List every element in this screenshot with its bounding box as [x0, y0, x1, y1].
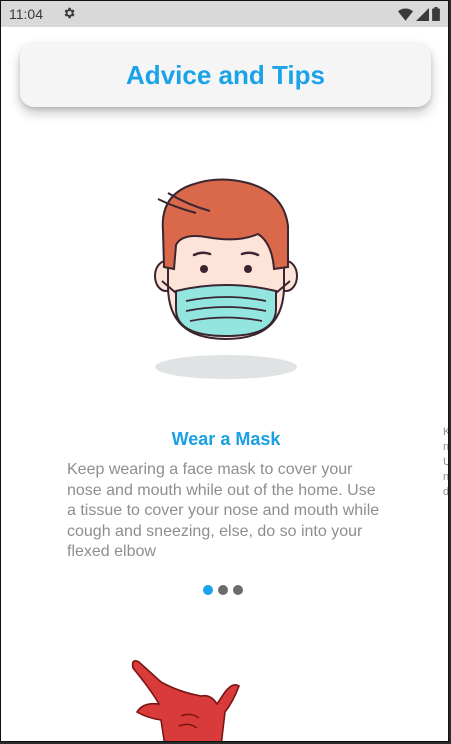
tip-title: Wear a Mask	[171, 429, 281, 449]
peek-char: d	[443, 486, 449, 498]
page-indicator[interactable]	[203, 585, 243, 595]
status-icons	[398, 7, 440, 21]
illustration-shadow	[155, 355, 297, 379]
header-card: Advice and Tips	[20, 43, 431, 107]
signal-icon	[416, 7, 429, 21]
peek-char: n	[443, 471, 449, 483]
peek-char: K	[443, 425, 448, 440]
hand-illustration	[131, 660, 240, 741]
right-eye	[244, 265, 252, 273]
peek-char: n	[443, 441, 449, 453]
hand-shape	[131, 660, 240, 741]
page-title: Advice and Tips	[126, 59, 325, 90]
wifi-icon	[398, 8, 413, 21]
battery-icon	[432, 7, 440, 21]
tip-body: Keep wearing a face mask to cover your n…	[67, 461, 380, 560]
face-mask-illustration	[154, 178, 298, 379]
peek-char: U	[443, 455, 448, 470]
phone-screen: 11:04 Advice and Tips Wear a Mask Keep w…	[0, 0, 449, 742]
gear-icon	[64, 7, 75, 19]
page-dot-2[interactable]	[218, 585, 228, 595]
status-time: 11:04	[9, 6, 43, 22]
page-dot-1[interactable]	[203, 585, 213, 595]
next-card-peek[interactable]: K n U n d	[443, 425, 449, 500]
page-dot-3[interactable]	[233, 585, 243, 595]
left-eye	[200, 265, 208, 273]
status-bar: 11:04	[1, 1, 448, 27]
